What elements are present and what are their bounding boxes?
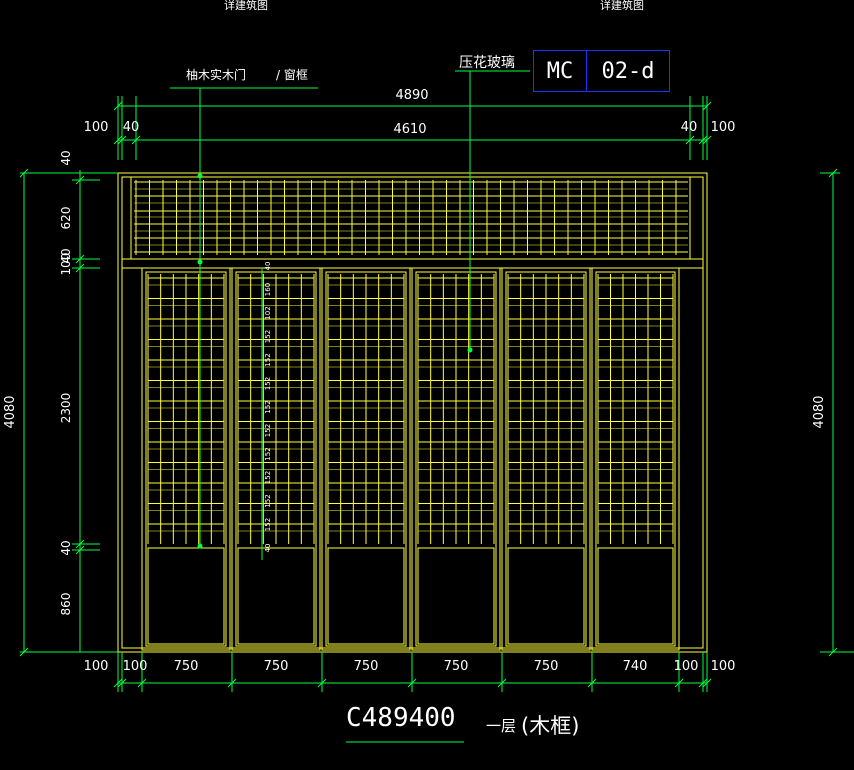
leader-dot: [197, 259, 203, 265]
elevation-drawing: 40 160 102 152 152 152 152 152 152 152 152 152 40 489…: [3, 70, 854, 743]
dim-bottom: 750: [354, 659, 379, 674]
dim-height: 100: [59, 253, 73, 276]
grid-label: 160: [264, 283, 272, 296]
dim-bottom: 750: [534, 659, 559, 674]
grid-label: 152: [264, 377, 272, 390]
dim-bottom: 750: [444, 659, 469, 674]
door-number-tag-number: 02-d: [601, 58, 655, 84]
dim-bottom: 100: [84, 659, 109, 674]
footer-floor: 一层: [486, 717, 517, 735]
dim-height: 2300: [59, 393, 73, 424]
footer-code: C489400: [346, 703, 456, 733]
dim-bottom: 100: [674, 659, 699, 674]
footer-note: (木框): [521, 714, 580, 738]
grid-label: 152: [264, 518, 272, 531]
header-left-label: 详建筑图: [224, 0, 268, 12]
glass-label: 压花玻璃: [459, 55, 515, 71]
grid-label: 40: [264, 262, 272, 271]
dim-height: 40: [59, 540, 73, 555]
door-leaf-grid: [237, 274, 315, 544]
header-right-label: 详建筑图: [600, 0, 644, 12]
door-leaf-grid: [147, 274, 225, 544]
dim-frame-left: 40: [123, 120, 140, 135]
frame-material-label: 柚木实木门: [186, 68, 247, 82]
transom-grid: [134, 180, 688, 255]
grid-label: 152: [264, 424, 272, 437]
frame-material-sep: / 窗框: [276, 68, 308, 82]
dim-inner-width: 4610: [393, 122, 426, 137]
leaf-bottom-panel: [237, 547, 315, 645]
door-type-tag: MC: [533, 50, 587, 92]
grid-label: 152: [264, 471, 272, 484]
dim-bottom: 750: [174, 659, 199, 674]
grid-label: 102: [264, 306, 272, 319]
dim-frame-right: 40: [681, 120, 698, 135]
leader-dot: [467, 347, 473, 353]
grid-label: 152: [264, 353, 272, 366]
leaf-bottom-panel: [507, 547, 585, 645]
leaf-bottom-panel: [327, 547, 405, 645]
grid-label: 152: [264, 494, 272, 507]
leader-dot: [197, 173, 203, 179]
door-leaf-grid: [597, 274, 674, 544]
grid-label: 152: [264, 330, 272, 343]
leaf-bottom-panel: [597, 547, 674, 645]
dim-margin-right: 100: [711, 120, 736, 135]
dim-overall-height-r: 4080: [812, 395, 827, 428]
dim-height: 860: [59, 593, 73, 616]
dim-bottom: 100: [711, 659, 736, 674]
grid-label: 152: [264, 447, 272, 460]
door-leaf-grid: [507, 274, 585, 544]
dim-overall-width: 4890: [395, 88, 428, 103]
dim-overall-height: 4080: [3, 395, 18, 428]
door-leaf-grid: [417, 274, 495, 544]
dim-bottom: 750: [264, 659, 289, 674]
door-type-tag-type: MC: [546, 58, 574, 84]
transom-frame: [130, 176, 691, 260]
dim-height: 40: [59, 150, 73, 165]
grid-label: 40: [264, 544, 272, 553]
leaf-bottom-panel: [147, 547, 225, 645]
leader-dot: [197, 543, 203, 549]
leaf-bottom-panel: [417, 547, 495, 645]
dim-bottom: 740: [623, 659, 648, 674]
dim-bottom: 100: [123, 659, 148, 674]
dim-height: 620: [59, 207, 73, 230]
door-leaf-grid: [327, 274, 405, 544]
door-number-tag: 02-d: [586, 50, 670, 92]
dim-margin-left: 100: [84, 120, 109, 135]
grid-label: 152: [264, 400, 272, 413]
